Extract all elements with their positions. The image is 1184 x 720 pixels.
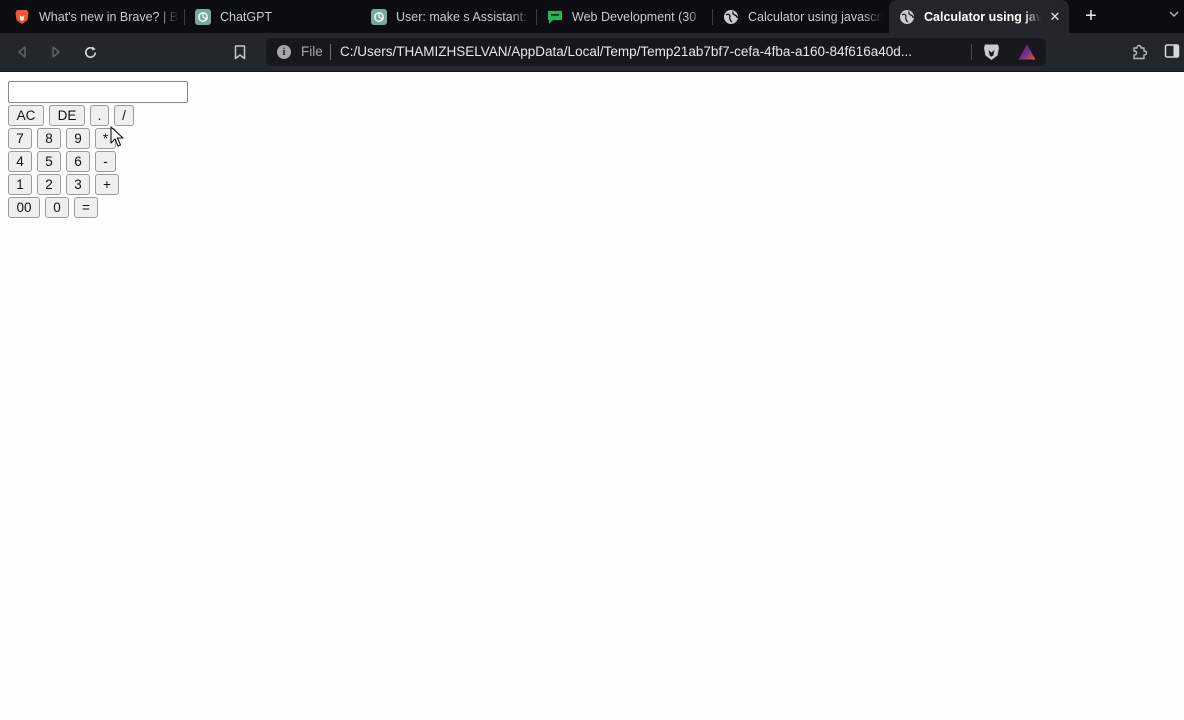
tab-title: What's new in Brave? | Br [39,9,179,24]
new-tab-button[interactable]: + [1079,4,1103,28]
close-icon[interactable]: ✕ [1047,9,1063,25]
calculator-display[interactable] [8,81,188,103]
sidebar-toggle-icon[interactable] [1164,43,1182,61]
address-bar[interactable]: i File C:/Users/THAMIZHSELVAN/AppData/Lo… [266,38,1046,66]
page-content: AC DE . / 7 8 9 * 4 5 6 - 1 2 3 + 00 0 = [0,72,1184,720]
tab-title: User: make s Assistant: C [396,9,531,24]
address-url[interactable]: C:/Users/THAMIZHSELVAN/AppData/Local/Tem… [340,44,960,59]
forward-arrow-icon [52,46,60,58]
address-divider [971,44,972,60]
tab-brave-whats-new[interactable]: What's new in Brave? | Br [4,0,185,33]
digit-6-button[interactable]: 6 [66,151,90,172]
tab-chatgpt[interactable]: ChatGPT [185,0,361,33]
address-divider [330,44,331,60]
digit-1-button[interactable]: 1 [8,174,32,195]
bookmark-button[interactable] [229,41,251,63]
digit-7-button[interactable]: 7 [8,128,32,149]
chatgpt-icon [195,8,211,25]
tab-title: Web Development (30 [572,9,697,24]
tab-calculator-js-active[interactable]: Calculator using java ✕ [889,0,1069,33]
reload-button[interactable] [79,41,101,63]
browser-toolbar: i File C:/Users/THAMIZHSELVAN/AppData/Lo… [0,33,1184,72]
tab-chatgpt-conversation[interactable]: User: make s Assistant: C [361,0,537,33]
digit-3-button[interactable]: 3 [66,174,90,195]
double-zero-button[interactable]: 00 [8,197,40,218]
digit-0-button[interactable]: 0 [45,197,69,218]
brave-lion-icon [14,9,30,25]
extensions-puzzle-icon[interactable] [1129,42,1149,62]
all-clear-button[interactable]: AC [8,105,44,126]
digit-9-button[interactable]: 9 [66,128,90,149]
chatgpt-icon [371,8,387,25]
chevron-down-icon[interactable] [1168,8,1184,24]
digit-4-button[interactable]: 4 [8,151,32,172]
tab-title: ChatGPT [220,9,273,24]
address-scheme-label: File [301,44,323,59]
globe-icon [899,9,915,25]
brave-shields-icon[interactable] [983,43,1000,61]
globe-icon [723,9,739,25]
tab-title: Calculator using javascrip [748,9,883,24]
subtract-button[interactable]: - [95,151,116,172]
info-icon[interactable]: i [277,45,291,59]
mouse-pointer-icon [110,126,124,148]
tab-web-development[interactable]: Web Development (30 [537,0,713,33]
back-button[interactable] [11,41,33,63]
tab-calculator-js-1[interactable]: Calculator using javascrip [713,0,889,33]
digit-8-button[interactable]: 8 [37,128,61,149]
decimal-button[interactable]: . [90,105,109,126]
divide-button[interactable]: / [114,105,134,126]
chat-bubble-icon [547,9,563,25]
bookmark-icon [234,44,246,59]
tab-strip: What's new in Brave? | Br ChatGPT User: … [0,0,1184,33]
reload-icon [84,45,96,58]
digit-5-button[interactable]: 5 [37,151,61,172]
forward-button[interactable] [45,41,67,63]
tab-title: Calculator using java [924,9,1041,24]
add-button[interactable]: + [95,174,119,195]
digit-2-button[interactable]: 2 [37,174,61,195]
back-arrow-icon [18,46,26,58]
equals-button[interactable]: = [74,197,98,218]
delete-button[interactable]: DE [49,105,85,126]
brave-rewards-icon[interactable] [1018,44,1036,60]
